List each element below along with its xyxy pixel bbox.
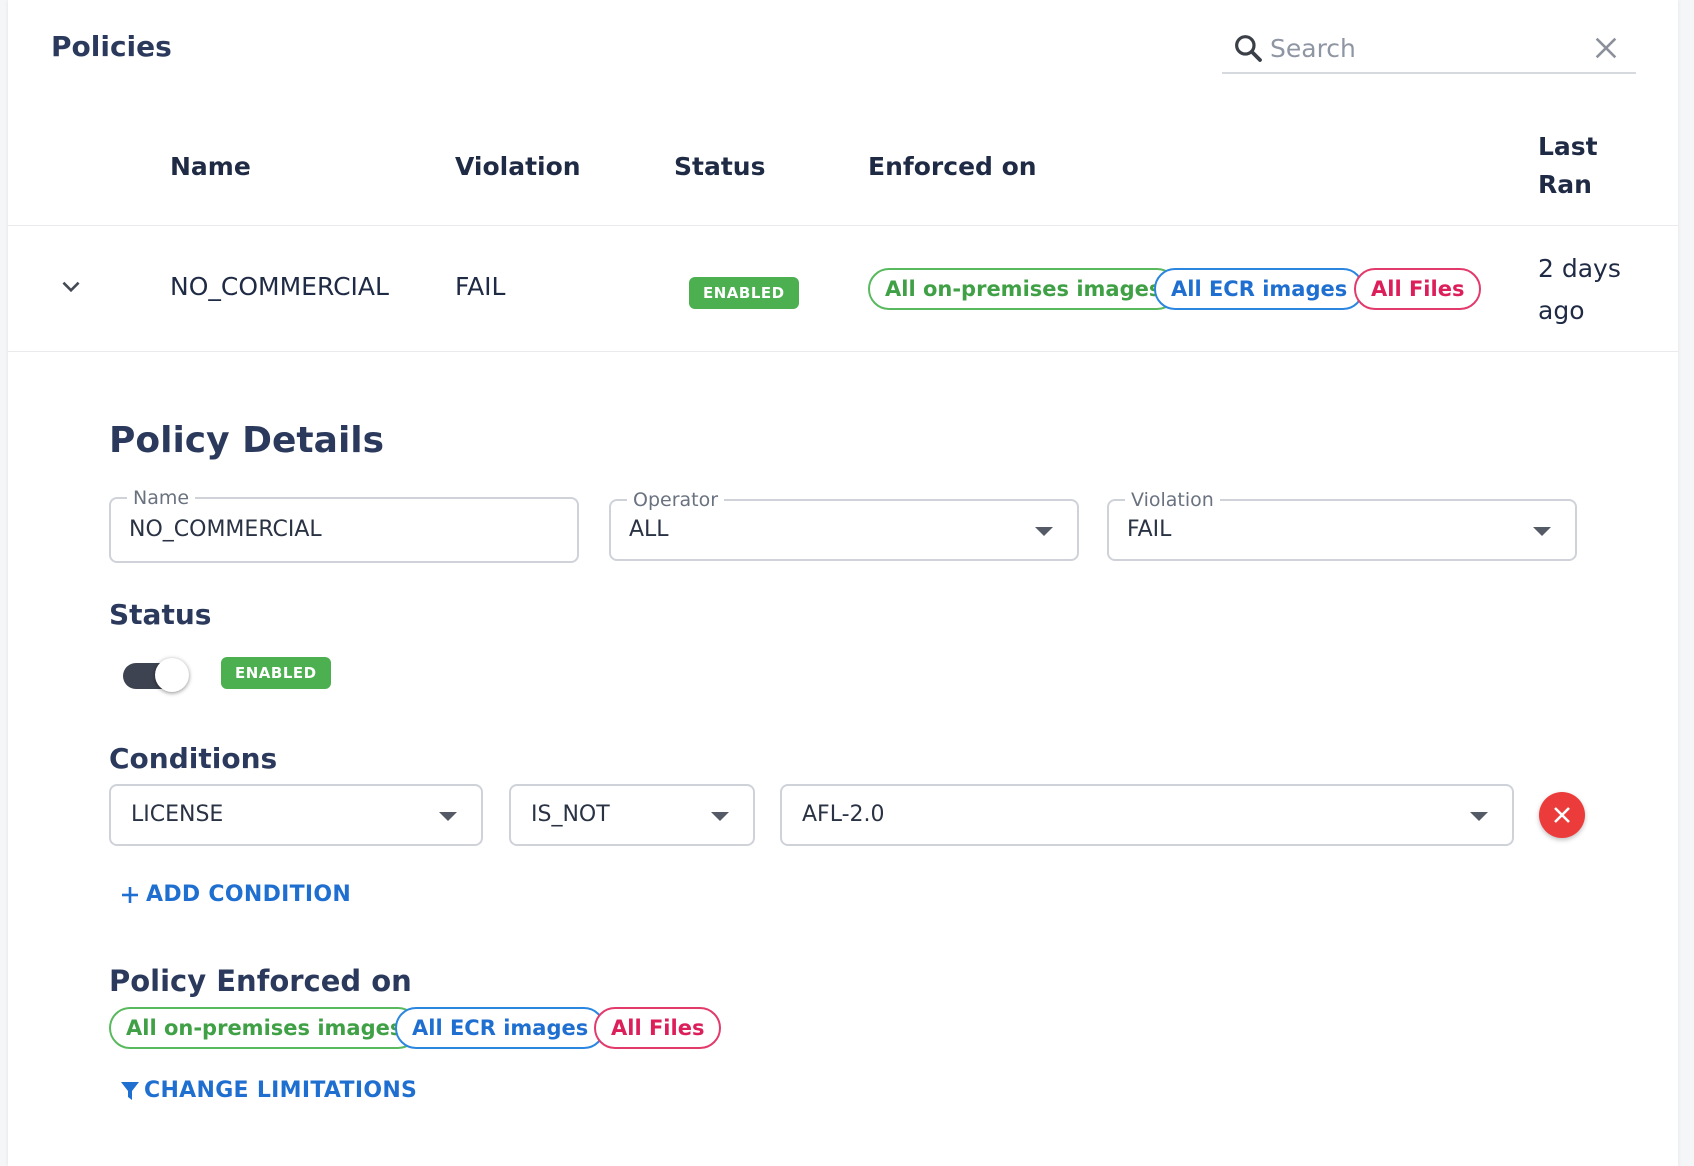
change-limitations-button[interactable]: CHANGE LIMITATIONS	[120, 1078, 417, 1103]
column-header-name[interactable]: Name	[170, 148, 251, 186]
search-box[interactable]	[1222, 26, 1636, 74]
name-field[interactable]: Name NO_COMMERCIAL	[109, 487, 579, 563]
condition-field-select[interactable]: LICENSE	[109, 784, 483, 846]
policy-name: NO_COMMERCIAL	[170, 272, 389, 301]
name-field-label: Name	[127, 487, 196, 509]
violation-select-value: FAIL	[1127, 517, 1172, 542]
enforced-chip-files: All Files	[1354, 268, 1482, 310]
status-badge: ENABLED	[689, 277, 799, 309]
column-header-violation[interactable]: Violation	[455, 148, 581, 186]
operator-select-label: Operator	[627, 489, 725, 511]
condition-field-value: LICENSE	[131, 802, 224, 827]
enforced-chip-on-premises: All on-premises images	[868, 268, 1179, 310]
close-icon	[1554, 807, 1570, 823]
name-field-value: NO_COMMERCIAL	[129, 517, 322, 542]
column-header-last-ran-line1: Last	[1538, 132, 1598, 161]
caret-down-icon	[1533, 527, 1551, 536]
violation-select-label: Violation	[1125, 489, 1220, 511]
violation-select[interactable]: Violation FAIL	[1107, 489, 1577, 561]
caret-down-icon	[1035, 527, 1053, 536]
policies-panel: Policies Name Violation Status Enforced …	[8, 0, 1678, 1166]
table-row[interactable]: NO_COMMERCIAL FAIL ENABLED All on-premis…	[8, 226, 1678, 352]
operator-select[interactable]: Operator ALL	[609, 489, 1079, 561]
search-icon	[1235, 35, 1262, 62]
caret-down-icon	[439, 812, 457, 821]
operator-select-value: ALL	[629, 517, 669, 542]
policy-enforced-title: Policy Enforced on	[109, 964, 412, 998]
column-header-last-ran[interactable]: Last Ran	[1538, 128, 1598, 204]
column-header-enforced-on[interactable]: Enforced on	[868, 148, 1037, 186]
enforced-chip-files: All Files	[594, 1007, 722, 1049]
enforced-chip-ecr: All ECR images	[1154, 268, 1365, 310]
enforced-chip-ecr: All ECR images	[395, 1007, 606, 1049]
caret-down-icon	[711, 812, 729, 821]
caret-down-icon	[1470, 812, 1488, 821]
status-toggle[interactable]	[123, 658, 189, 692]
last-ran-line1: 2 days	[1538, 254, 1621, 283]
table-header: Name Violation Status Enforced on Last R…	[8, 110, 1678, 226]
filter-icon	[121, 1082, 139, 1100]
condition-operator-value: IS_NOT	[531, 802, 610, 827]
close-icon[interactable]	[1592, 34, 1620, 62]
add-condition-label: ADD CONDITION	[146, 882, 352, 907]
chevron-down-icon[interactable]	[58, 274, 84, 300]
column-header-status[interactable]: Status	[674, 148, 765, 186]
policy-violation: FAIL	[455, 272, 506, 301]
page-title: Policies	[51, 30, 172, 63]
conditions-title: Conditions	[109, 742, 278, 775]
condition-operator-select[interactable]: IS_NOT	[509, 784, 755, 846]
add-condition-button[interactable]: ADD CONDITION	[120, 882, 351, 907]
condition-value-select[interactable]: AFL-2.0	[780, 784, 1514, 846]
toggle-knob	[155, 658, 189, 692]
condition-value: AFL-2.0	[802, 802, 885, 827]
status-title: Status	[109, 598, 212, 631]
column-header-last-ran-line2: Ran	[1538, 170, 1592, 199]
status-badge: ENABLED	[221, 657, 331, 689]
policy-details-title: Policy Details	[109, 420, 385, 461]
change-limitations-label: CHANGE LIMITATIONS	[144, 1078, 418, 1103]
last-ran: 2 days ago	[1538, 248, 1621, 332]
enforced-chip-on-premises: All on-premises images	[109, 1007, 420, 1049]
search-input[interactable]	[1270, 30, 1570, 66]
status-cell: ENABLED	[689, 275, 799, 309]
plus-icon	[122, 887, 138, 903]
last-ran-line2: ago	[1538, 296, 1585, 325]
remove-condition-button[interactable]	[1539, 792, 1585, 838]
